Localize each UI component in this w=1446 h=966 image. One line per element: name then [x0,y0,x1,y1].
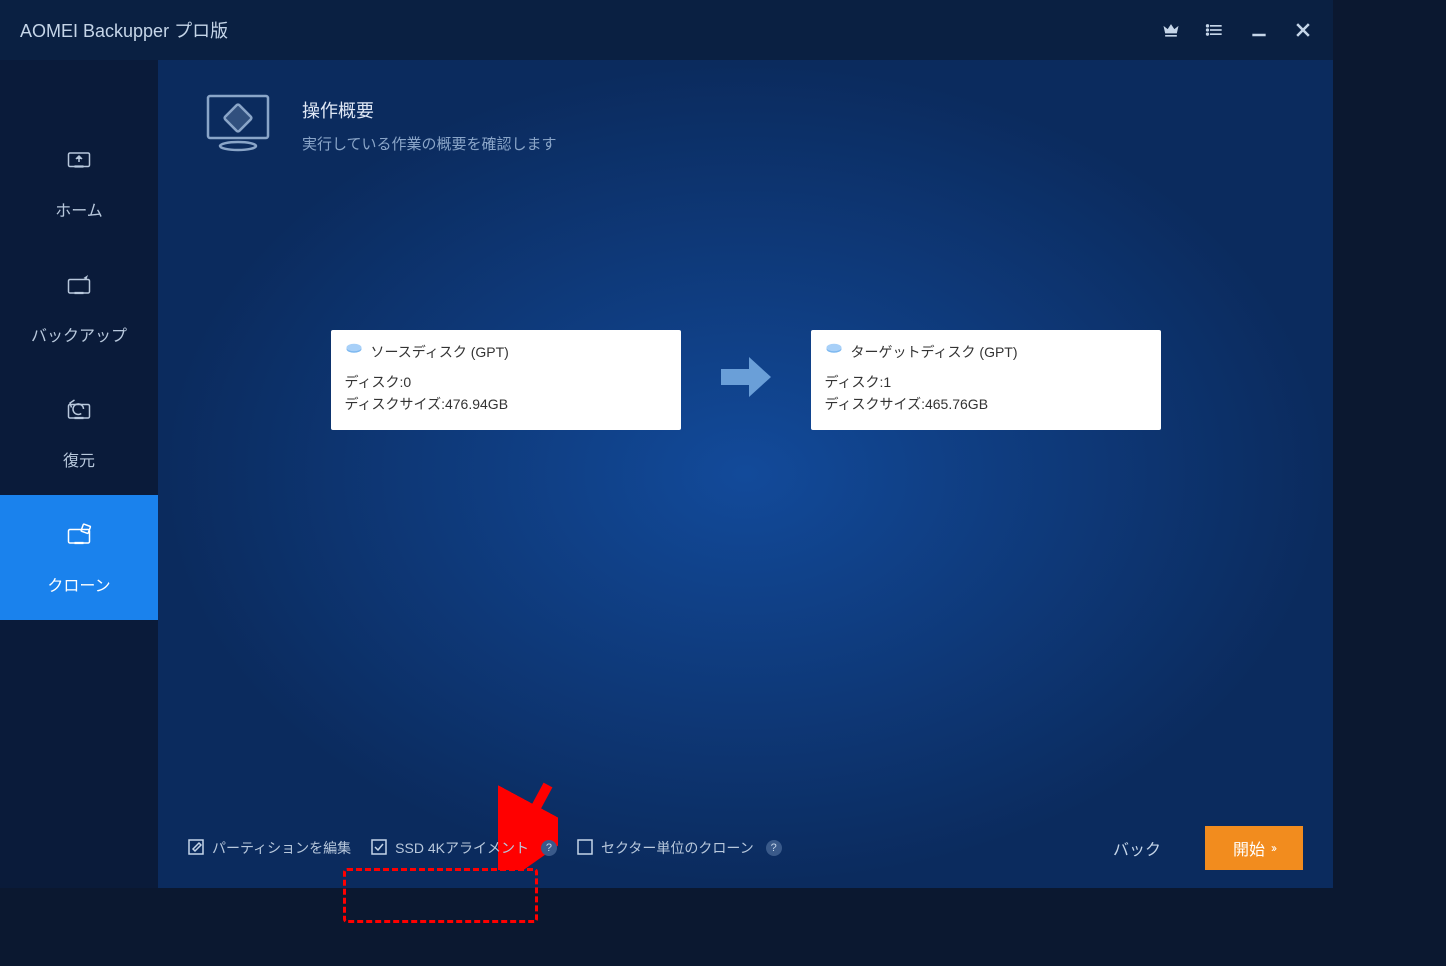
clone-summary-row: ソースディスク (GPT) ディスク:0 ディスクサイズ:476.94GB [158,330,1333,430]
page-header-text: 操作概要 実行している作業の概要を確認します [302,97,557,154]
source-disk-size: ディスクサイズ:476.94GB [345,393,667,415]
start-button-label: 開始 [1233,836,1265,860]
page-subtitle: 実行している作業の概要を確認します [302,133,557,154]
target-disk-number: ディスク:1 [825,371,1147,393]
checkbox-checked-icon [371,839,387,858]
titlebar: AOMEI Backupper プロ版 [0,0,1333,60]
back-button[interactable]: バック [1089,826,1185,870]
home-icon [61,144,97,185]
page-title: 操作概要 [302,97,557,123]
target-disk-card[interactable]: ターゲットディスク (GPT) ディスク:1 ディスクサイズ:465.76GB [811,330,1161,430]
sidebar-item-clone[interactable]: クローン [0,495,158,620]
main-panel: 操作概要 実行している作業の概要を確認します ソースディスク (GPT) ディス… [158,60,1333,888]
crown-icon[interactable] [1161,20,1181,40]
close-icon[interactable] [1293,20,1313,40]
target-disk-header: ターゲットディスク (GPT) [825,340,1147,371]
source-disk-card[interactable]: ソースディスク (GPT) ディスク:0 ディスクサイズ:476.94GB [331,330,681,430]
disk-icon [825,340,843,363]
sidebar-item-label: ホーム [55,197,103,221]
app-window: AOMEI Backupper プロ版 [0,0,1333,888]
help-icon[interactable]: ? [541,840,557,856]
clone-icon [61,519,97,560]
sidebar-item-restore[interactable]: 復元 [0,370,158,495]
sidebar-item-backup[interactable]: バックアップ [0,245,158,370]
ssd-4k-option[interactable]: SSD 4Kアライメント ? [371,838,557,858]
edit-partition-option[interactable]: パーティションを編集 [188,838,351,858]
help-icon[interactable]: ? [766,840,782,856]
app-body: ホーム バックアップ [0,60,1333,888]
sidebar: ホーム バックアップ [0,60,158,888]
checkbox-unchecked-icon [577,839,593,858]
summary-icon [198,90,278,160]
sidebar-item-label: バックアップ [31,322,127,346]
minimize-icon[interactable] [1249,20,1269,40]
disk-icon [345,340,363,363]
target-disk-title: ターゲットディスク (GPT) [851,342,1018,362]
sidebar-item-home[interactable]: ホーム [0,120,158,245]
ssd-4k-label: SSD 4Kアライメント [395,838,529,858]
menu-icon[interactable] [1205,20,1225,40]
target-disk-body: ディスク:1 ディスクサイズ:465.76GB [825,371,1147,416]
target-disk-size: ディスクサイズ:465.76GB [825,393,1147,415]
titlebar-controls [1161,20,1313,40]
back-button-label: バック [1113,842,1161,859]
edit-partition-label: パーティションを編集 [212,838,351,858]
backup-icon [61,269,97,310]
arrow-right-icon [721,357,771,402]
source-disk-body: ディスク:0 ディスクサイズ:476.94GB [345,371,667,416]
sidebar-item-label: クローン [47,572,110,596]
page-header: 操作概要 実行している作業の概要を確認します [158,60,1333,190]
footer-bar: パーティションを編集 SSD 4Kアライメント ? セクター単位のクローン ? [158,808,1333,888]
start-button[interactable]: 開始 ›› [1205,826,1303,870]
sidebar-item-label: 復元 [63,447,95,471]
edit-icon [188,839,204,858]
sector-clone-option[interactable]: セクター単位のクローン ? [577,838,782,858]
restore-icon [61,394,97,435]
chevron-right-icon: ›› [1271,841,1275,855]
source-disk-number: ディスク:0 [345,371,667,393]
source-disk-title: ソースディスク (GPT) [371,342,509,362]
sector-clone-label: セクター単位のクローン [601,838,754,858]
source-disk-header: ソースディスク (GPT) [345,340,667,371]
app-title: AOMEI Backupper プロ版 [20,17,1161,43]
